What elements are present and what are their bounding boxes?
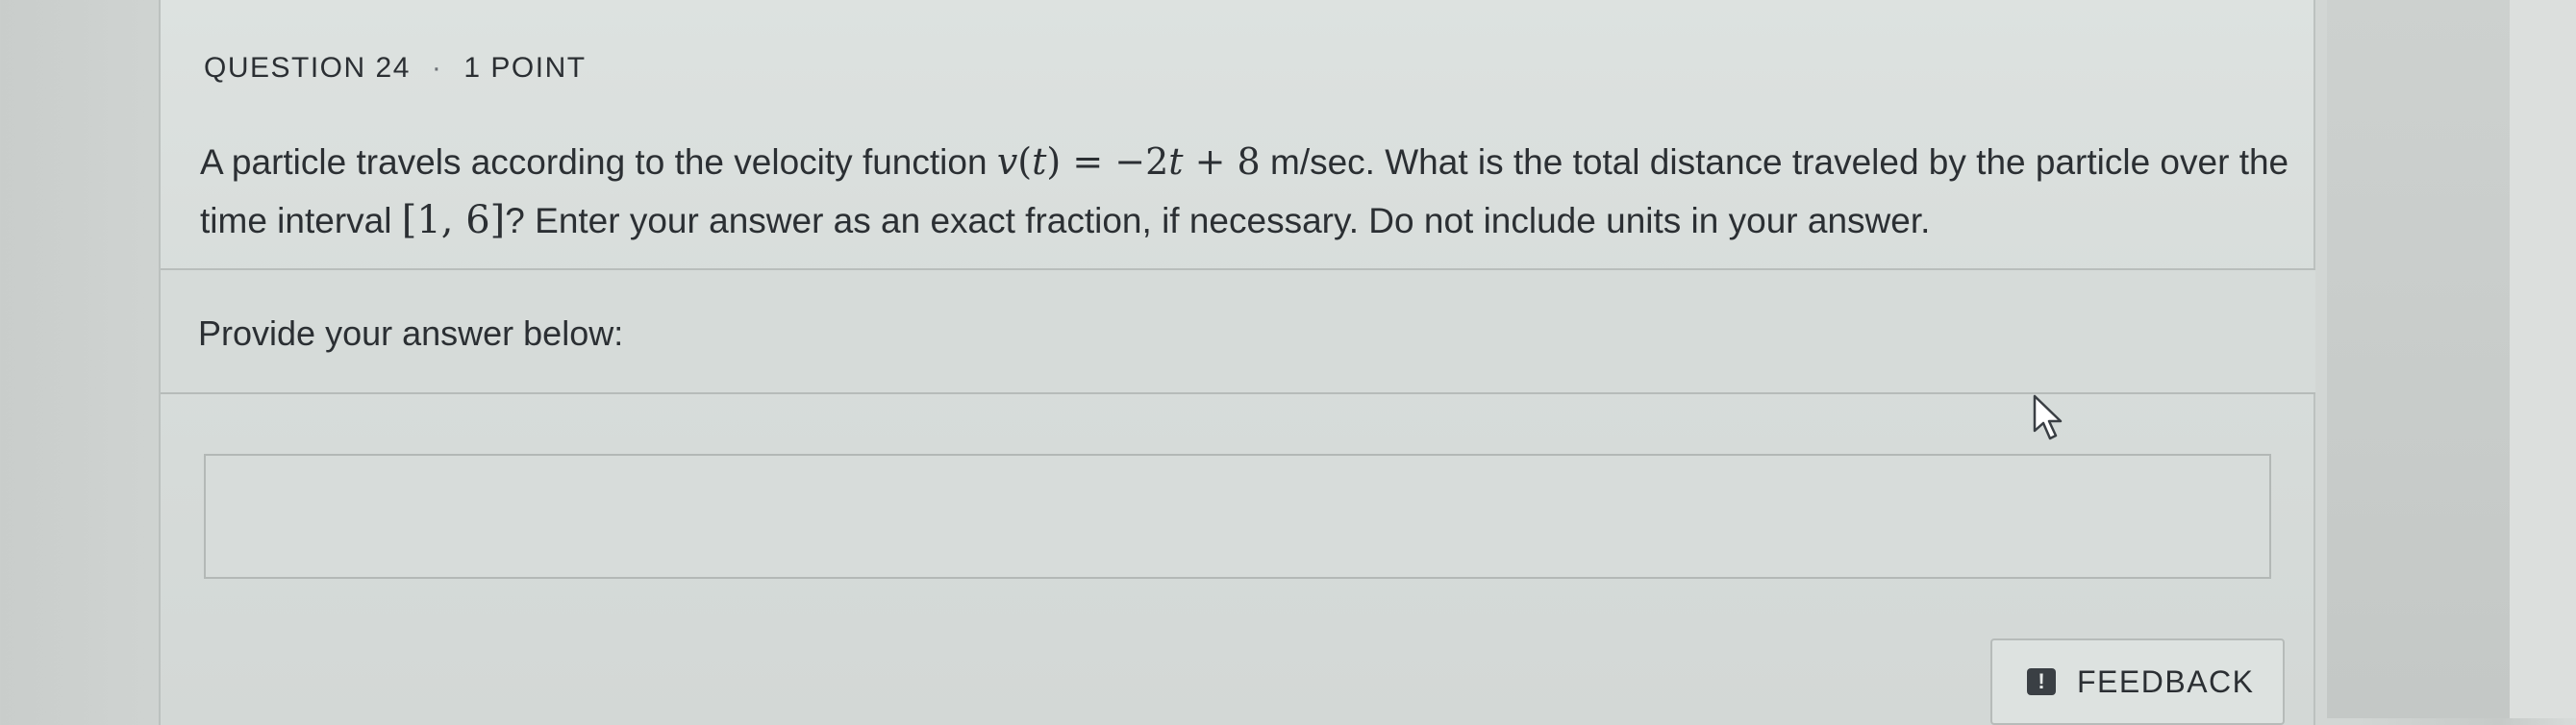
answer-prompt-label: Provide your answer below: [198, 313, 624, 353]
question-points: 1 POINT [463, 52, 587, 84]
equation-rhs-variable: t [1168, 140, 1184, 183]
question-number: QUESTION 24 [204, 52, 411, 84]
feedback-label: FEEDBACK [2077, 663, 2255, 699]
far-right-panel [2510, 0, 2576, 718]
equation-rhs: = −2 [1072, 140, 1169, 183]
answer-input[interactable] [204, 454, 2271, 579]
feedback-exclamation-icon: ! [2027, 668, 2056, 695]
equation-variable: t [1032, 140, 1047, 183]
feedback-button[interactable]: ! FEEDBACK [1990, 638, 2285, 725]
question-header: QUESTION 24 · 1 POINT [204, 52, 587, 85]
equation-constant: + 8 [1183, 140, 1261, 183]
header-separator: · [431, 52, 443, 84]
time-interval: [1, 6] [401, 198, 506, 242]
mouse-pointer-icon [2033, 394, 2063, 440]
question-text: A particle travels according to the velo… [200, 133, 2296, 250]
question-text-part3: ? Enter your answer as an exact fraction… [505, 201, 1931, 240]
section-divider-bottom [161, 392, 2315, 394]
question-text-part1: A particle travels according to the velo… [200, 142, 997, 182]
equation-function-name: v [996, 140, 1018, 183]
velocity-equation: v(t) = −2t + 8 [996, 140, 1261, 183]
right-margin-strip [2327, 0, 2510, 718]
